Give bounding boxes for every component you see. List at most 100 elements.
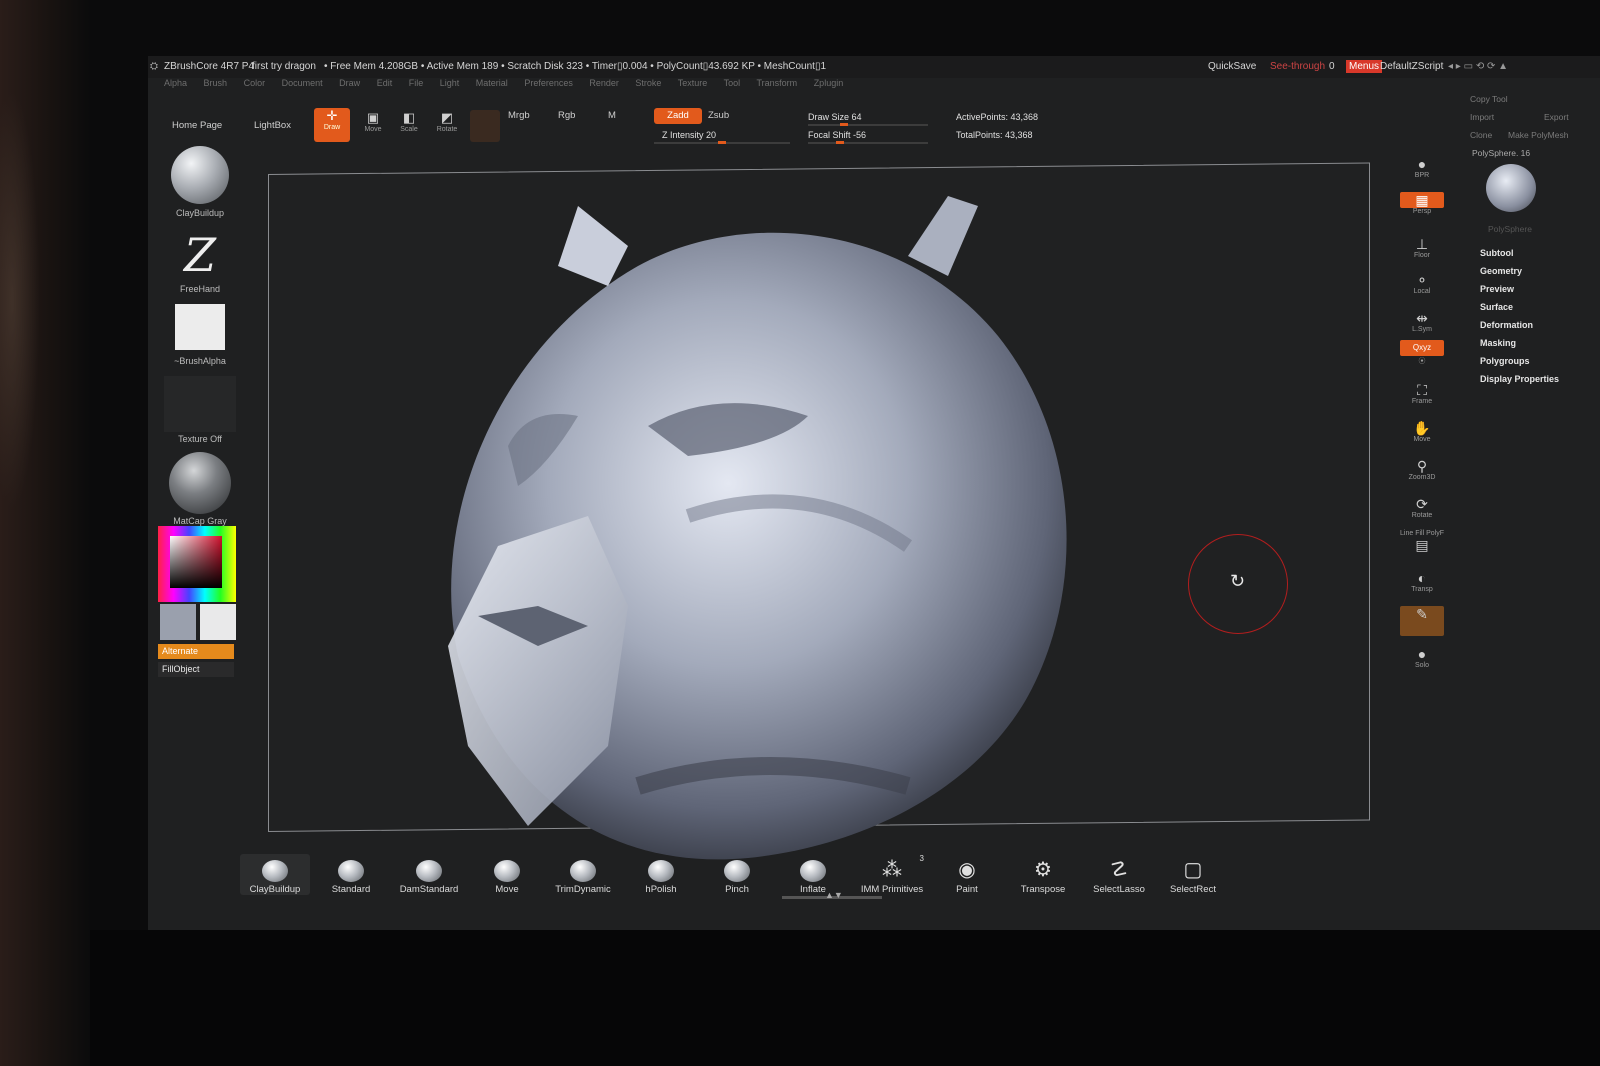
sculpt-head-mesh[interactable] (388, 186, 1088, 866)
menu-transform[interactable]: Transform (757, 78, 798, 88)
brush-hpolish[interactable]: hPolish (626, 854, 696, 895)
surface-section[interactable]: Surface (1480, 302, 1513, 312)
solo-button[interactable]: ● Solo (1400, 646, 1444, 669)
brush-move[interactable]: Move (472, 854, 542, 895)
brush-pinch[interactable]: Pinch (702, 854, 772, 895)
stroke-selector[interactable]: Z FreeHand (162, 226, 238, 294)
frame-button[interactable]: ⛶ Frame (1400, 382, 1444, 405)
subtool-section[interactable]: Subtool (1480, 248, 1514, 258)
scale-mode-icon: ◧ (402, 110, 416, 125)
alpha-selector[interactable]: ~BrushAlpha (162, 304, 238, 366)
polygroups-section[interactable]: Polygroups (1480, 356, 1530, 366)
main-color-swatch[interactable] (160, 604, 196, 640)
draw-size-slider[interactable]: Draw Size 64 (808, 112, 862, 122)
focal-shift-handle[interactable] (836, 141, 844, 144)
material-label: MatCap Gray (173, 516, 227, 526)
brush-paint[interactable]: ◉ Paint (932, 854, 1002, 895)
draw-size-handle[interactable] (840, 123, 848, 126)
palette-toggle-icon[interactable]: ▲▼ (825, 890, 843, 900)
menu-color[interactable]: Color (244, 78, 266, 88)
tool-thumbnail-icon[interactable] (1486, 164, 1536, 212)
menu-tool[interactable]: Tool (724, 78, 741, 88)
mrgb-toggle[interactable]: Mrgb (508, 110, 530, 121)
brush-damstandard[interactable]: DamStandard (394, 854, 464, 895)
make-polymesh-button[interactable]: Make PolyMesh (1508, 130, 1568, 140)
transp-button[interactable]: ◐ Transp (1400, 570, 1444, 593)
move-mode-icon: ▣ (366, 110, 380, 125)
quicksave-button[interactable]: QuickSave (1208, 61, 1256, 72)
brush-standard[interactable]: Standard (316, 854, 386, 895)
export-button[interactable]: Export (1544, 112, 1569, 122)
menu-render[interactable]: Render (589, 78, 619, 88)
menu-edit[interactable]: Edit (377, 78, 393, 88)
brush-selectrect[interactable]: ▢ SelectRect (1158, 854, 1228, 895)
brush-trimdynamic[interactable]: TrimDynamic (548, 854, 618, 895)
draw-size-track[interactable] (808, 124, 928, 126)
brush-selectlasso[interactable]: ☡ SelectLasso (1084, 854, 1154, 895)
hand-icon: ✋ (1413, 420, 1431, 436)
clone-button[interactable]: Clone (1470, 130, 1492, 140)
menus-button[interactable]: Menus (1346, 60, 1383, 73)
see-through-slider[interactable]: See-through (1270, 61, 1325, 72)
rotate-mode-button[interactable]: ◩ Rotate (432, 110, 462, 133)
qxyz-button[interactable]: Qxyz ⦿ (1400, 340, 1444, 366)
zadd-toggle[interactable]: Zadd (654, 108, 702, 124)
brush-claybuildup[interactable]: ClayBuildup (240, 854, 310, 895)
z-intensity-slider[interactable]: Z Intensity 20 (662, 130, 716, 140)
ghost-button[interactable]: ✎ (1400, 606, 1444, 636)
masking-section[interactable]: Masking (1480, 338, 1516, 348)
menu-document[interactable]: Document (282, 78, 323, 88)
lsym-button[interactable]: ⇹ L.Sym (1400, 310, 1444, 333)
scale-mode-button[interactable]: ◧ Scale (394, 110, 424, 133)
material-selector[interactable]: MatCap Gray (162, 452, 238, 526)
geometry-section[interactable]: Geometry (1480, 266, 1522, 276)
m-toggle[interactable]: M (608, 110, 616, 121)
brush-transpose[interactable]: ⚙ Transpose (1008, 854, 1078, 895)
move-view-button[interactable]: ✋ Move (1400, 420, 1444, 443)
menu-stroke[interactable]: Stroke (635, 78, 661, 88)
secondary-color-swatch[interactable] (200, 604, 236, 640)
menu-texture[interactable]: Texture (678, 78, 708, 88)
draw-mode-button[interactable]: ✛ Draw (314, 108, 350, 142)
menu-alpha[interactable]: Alpha (164, 78, 187, 88)
brush-inflate[interactable]: Inflate (778, 854, 848, 895)
z-intensity-handle[interactable] (718, 141, 726, 144)
move-mode-button[interactable]: ▣ Move (358, 110, 388, 133)
polyframe-button[interactable]: Line Fill PolyF ▤ (1400, 530, 1444, 553)
deformation-section[interactable]: Deformation (1480, 320, 1533, 330)
menu-brush[interactable]: Brush (204, 78, 228, 88)
menu-zplugin[interactable]: Zplugin (814, 78, 844, 88)
menu-material[interactable]: Material (476, 78, 508, 88)
color-picker-square[interactable] (170, 536, 222, 588)
alternate-button[interactable]: Alternate (158, 644, 234, 659)
zsub-toggle[interactable]: Zsub (708, 110, 729, 121)
floor-button[interactable]: ⊥ Floor (1400, 236, 1444, 259)
window-controls-icon[interactable]: ◂ ▸ ▭ ⟲ ⟳ ▲ (1448, 61, 1508, 72)
focal-shift-track[interactable] (808, 142, 928, 144)
copy-tool-button[interactable]: Copy Tool (1470, 94, 1508, 104)
import-button[interactable]: Import (1470, 112, 1494, 122)
menu-file[interactable]: File (409, 78, 424, 88)
rotate-view-button[interactable]: ⟳ Rotate (1400, 496, 1444, 519)
home-page-button[interactable]: Home Page (172, 120, 222, 131)
top-toolbar: Home Page LightBox ✛ Draw ▣ Move ◧ Scale ◩ R… (148, 102, 1478, 148)
bpr-button[interactable]: ● BPR (1400, 156, 1444, 179)
color-picker[interactable] (158, 526, 236, 602)
local-button[interactable]: ⚬ Local (1400, 272, 1444, 295)
preview-section[interactable]: Preview (1480, 284, 1514, 294)
fill-object-button[interactable]: FillObject (158, 662, 234, 677)
menu-draw[interactable]: Draw (339, 78, 360, 88)
zoom3d-button[interactable]: ⚲ Zoom3D (1400, 458, 1444, 481)
menu-light[interactable]: Light (440, 78, 460, 88)
edit-color-swatch[interactable] (470, 110, 500, 142)
menu-preferences[interactable]: Preferences (524, 78, 573, 88)
display-properties-section[interactable]: Display Properties (1480, 374, 1559, 384)
persp-button[interactable]: ▦ Persp (1400, 192, 1444, 215)
lightbox-button[interactable]: LightBox (254, 120, 291, 131)
focal-shift-slider[interactable]: Focal Shift -56 (808, 130, 866, 140)
zscript-selector[interactable]: DefaultZScript (1380, 61, 1443, 72)
brush-selector[interactable]: ClayBuildup (162, 146, 238, 218)
brush-imm-primitives[interactable]: ⁂ IMM Primitives 3 (854, 854, 930, 895)
rgb-toggle[interactable]: Rgb (558, 110, 575, 121)
texture-selector[interactable]: Texture Off (162, 376, 238, 444)
